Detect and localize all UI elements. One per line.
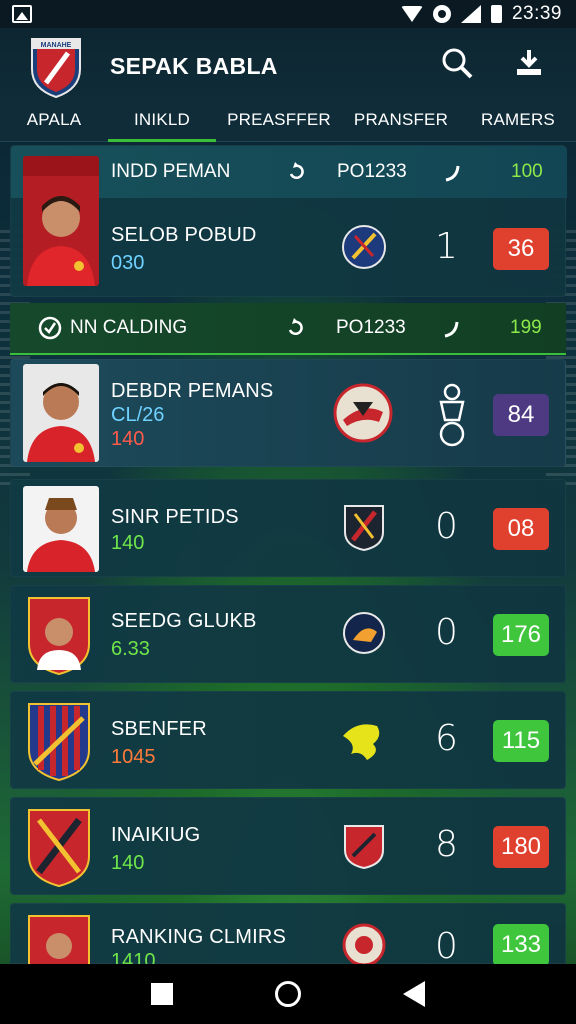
club-badge-icon — [344, 825, 384, 870]
search-icon — [442, 48, 473, 79]
avatar — [28, 703, 90, 782]
tab-preasffer[interactable]: PREASFFER — [216, 104, 342, 141]
player-stat: 1045 — [111, 746, 156, 768]
avatar — [28, 809, 90, 888]
player-stat-secondary: 140 — [111, 428, 145, 450]
player-rank: 6 — [435, 718, 458, 759]
alarm-icon — [432, 5, 451, 23]
search-button[interactable] — [440, 46, 474, 80]
score-badge: 115 — [493, 720, 549, 762]
tab-ramers[interactable]: RAMERS — [460, 104, 576, 141]
tab-pransfer[interactable]: PRANSFER — [342, 104, 460, 141]
player-name: RANKING CLMIRS — [111, 926, 287, 948]
status-bar: 23:39 — [0, 0, 576, 28]
list-item[interactable]: SEEDG GLUKB 6.33 0 176 — [10, 585, 566, 683]
refresh-icon — [289, 162, 304, 179]
score-badge: 176 — [493, 614, 549, 656]
player-rank: 0 — [435, 926, 458, 967]
system-nav-bar — [0, 964, 576, 1024]
section-count: 100 — [511, 161, 543, 182]
player-rank: 0 — [435, 612, 458, 653]
battery-icon — [490, 5, 502, 23]
phone-icon — [444, 321, 459, 338]
player-name: SEEDG GLUKB — [111, 610, 257, 632]
club-badge-icon — [333, 383, 393, 443]
player-stat: 140 — [111, 852, 145, 874]
tab-bar: APALA INIKLD PREASFFER PRANSFER RAMERS — [0, 104, 576, 142]
list-item[interactable]: DEBDR PEMANS CL/26 140 84 — [10, 359, 566, 467]
download-button[interactable] — [512, 46, 546, 80]
player-stat: 6.33 — [111, 638, 150, 660]
score-badge: 84 — [493, 394, 549, 436]
recents-button[interactable] — [151, 983, 173, 1005]
score-badge: 08 — [493, 508, 549, 550]
club-badge-icon — [344, 505, 384, 552]
list-item[interactable]: RANKING CLMIRS 1410 0 133 — [10, 903, 566, 967]
avatar — [28, 915, 90, 965]
home-button[interactable] — [275, 981, 301, 1007]
player-name: INAIKIUG — [111, 824, 201, 846]
refresh-icon — [288, 318, 303, 335]
app-header: MANAHE SEPAK BABLA — [0, 28, 576, 104]
avatar — [23, 364, 99, 462]
player-name: SELOB POBUD — [111, 224, 257, 246]
avatar — [28, 597, 90, 676]
score-badge: 36 — [493, 228, 549, 270]
image-notification-icon — [12, 5, 32, 23]
player-name: DEBDR PEMANS — [111, 380, 274, 402]
player-rank: 8 — [435, 824, 458, 865]
trophy-icon — [439, 383, 465, 447]
list-item[interactable]: INAIKIUG 140 8 180 — [10, 797, 566, 895]
section-count: 199 — [510, 317, 542, 338]
section-header: NN CALDING PO1233 199 — [10, 303, 566, 355]
list-item[interactable]: ★★★ INDD PEMAN PO1233 100 SELOB POBUD 03… — [10, 145, 567, 297]
app-title: SEPAK BABLA — [110, 52, 278, 79]
avatar — [23, 486, 99, 572]
section-code: PO1233 — [336, 317, 406, 338]
club-badge-icon — [342, 225, 386, 269]
club-badge-icon — [343, 724, 380, 760]
back-button[interactable] — [403, 981, 425, 1007]
wifi-icon — [400, 6, 423, 22]
player-stat: 030 — [111, 252, 145, 274]
check-circle-icon — [38, 316, 62, 340]
section-code: PO1233 — [337, 161, 407, 182]
phone-icon — [445, 165, 460, 182]
score-badge: 133 — [493, 924, 549, 966]
tab-inikld[interactable]: INIKLD — [108, 104, 216, 142]
player-name: SINR PETIDS — [111, 506, 239, 528]
player-stat: 140 — [111, 532, 145, 554]
club-badge-icon — [342, 923, 386, 965]
section-title: NN CALDING — [70, 317, 188, 338]
list-item[interactable]: SINR PETIDS 140 0 08 — [10, 479, 566, 577]
club-badge-icon — [343, 612, 385, 654]
section-title: INDD PEMAN — [111, 161, 231, 182]
score-badge: 180 — [493, 826, 549, 868]
list-item[interactable]: SBENFER 1045 6 115 — [10, 691, 566, 789]
player-stat: CL/26 — [111, 404, 165, 426]
status-time: 23:39 — [511, 3, 562, 24]
player-name: SBENFER — [111, 718, 207, 740]
player-rank: 0 — [435, 506, 458, 547]
download-icon — [517, 50, 541, 75]
logo-text: MANAHE — [41, 42, 72, 49]
tab-apala[interactable]: APALA — [0, 104, 108, 141]
player-stat: 1410 — [111, 950, 156, 965]
player-rank: 1 — [435, 226, 458, 267]
signal-icon — [460, 5, 481, 23]
avatar — [23, 156, 99, 286]
app-logo[interactable]: MANAHE — [28, 33, 84, 99]
